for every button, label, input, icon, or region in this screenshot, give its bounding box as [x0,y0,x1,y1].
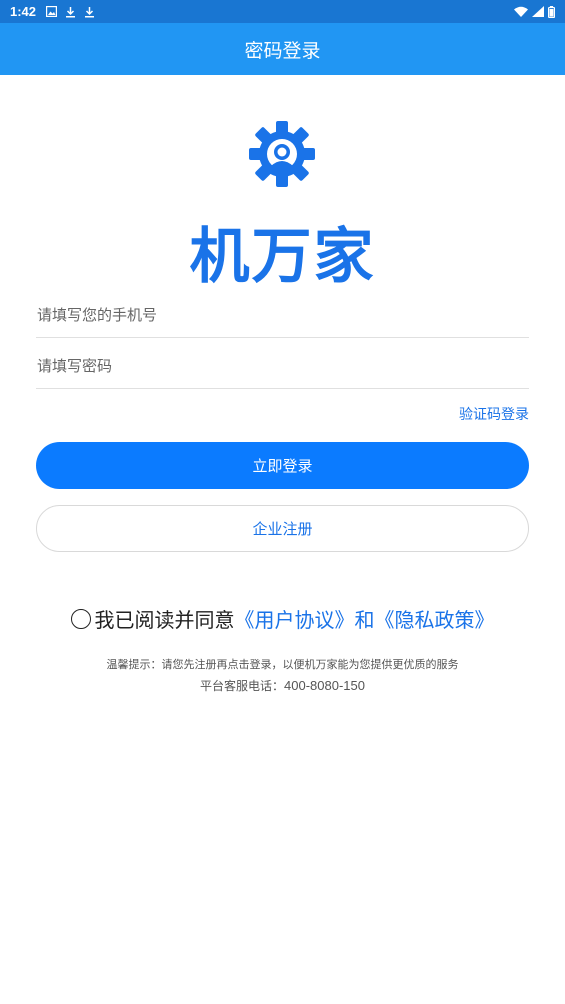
phone-field-row [36,292,529,338]
password-input[interactable] [36,356,529,375]
download-icon [66,6,76,17]
agree-radio[interactable] [70,608,91,629]
page-title: 密码登录 [244,39,321,62]
user-agreement-link[interactable]: 《用户协议》 [235,604,355,633]
agreement-and-text: 和 [354,608,375,632]
agreement-row: 我已阅读并同意 《用户协议》 和 《隐私政策》 [0,604,565,633]
service-phone-row: 平台客服电话：400-8080-150 [0,677,565,694]
download-icon [85,6,95,17]
login-button[interactable]: 立即登录 [36,442,529,489]
status-notification-icons [46,6,95,18]
status-system-icons [514,5,555,18]
service-phone-label: 平台客服电话： [200,679,285,693]
agree-prefix: 我已阅读并同意 [94,608,235,632]
phone-input[interactable] [36,305,529,324]
image-notification-icon [46,6,58,17]
privacy-policy-link[interactable]: 《隐私政策》 [375,604,495,633]
tip-text: 温馨提示：请您先注册再点击登录，以便机万家能为您提供更优质的服务 [106,658,459,671]
status-time: 1:42 [10,4,37,19]
app-logo-text: 机万家 [189,222,376,292]
signal-icon [532,6,544,17]
password-field-row [36,343,529,389]
battery-icon [548,5,555,18]
gear-person-icon [249,121,315,187]
enterprise-register-button[interactable]: 企业注册 [36,505,529,552]
status-bar: 1:42 [0,0,565,23]
service-phone-number[interactable]: 400-8080-150 [284,678,365,693]
app-bar: 密码登录 [0,23,565,75]
wifi-icon [514,6,528,17]
code-login-link[interactable]: 验证码登录 [459,404,529,424]
